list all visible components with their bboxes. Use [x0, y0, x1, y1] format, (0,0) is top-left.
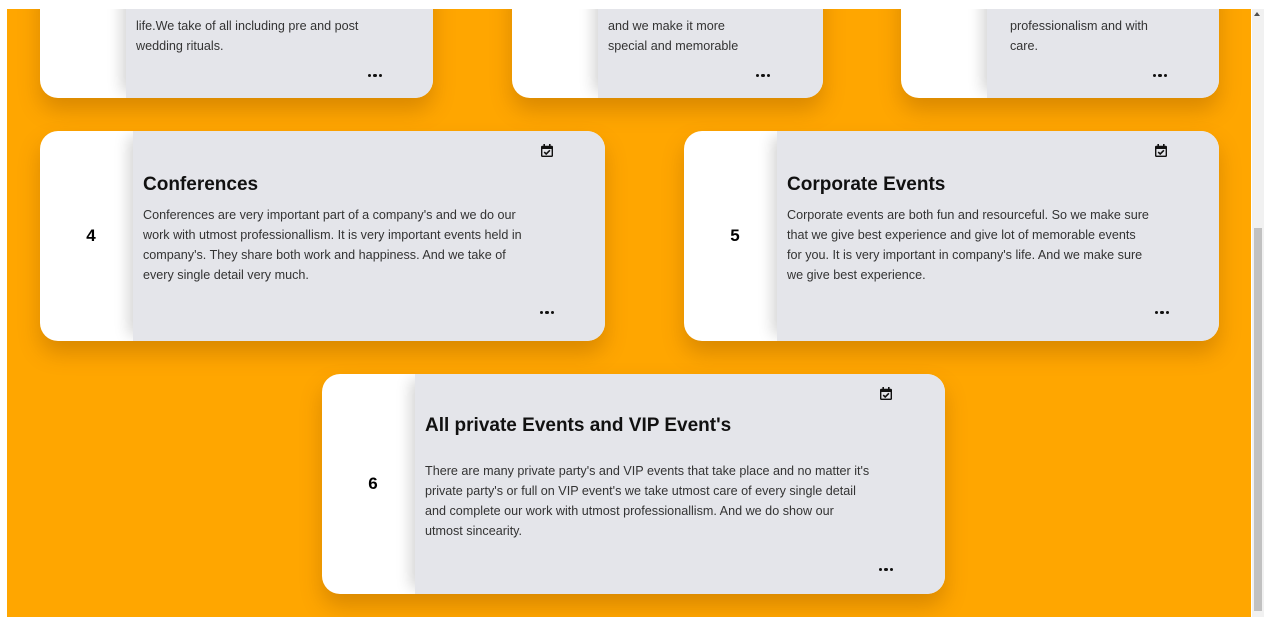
event-title: Conferences [143, 174, 259, 195]
event-card-description: professionalism and with care. [1010, 19, 1148, 53]
event-number: 4 [86, 226, 96, 245]
event-card-description: and we make it more special and memorable [608, 19, 739, 53]
scrollbar-thumb[interactable] [1254, 228, 1262, 611]
event-card-body: All private Events and VIP Event's There… [415, 374, 945, 594]
event-card-2: and we make it more special and memorable [512, 9, 823, 98]
more-options-icon[interactable] [754, 72, 772, 79]
event-card-3: professionalism and with care. [901, 9, 1219, 98]
event-card-private-vip: 6 All private Events and VIP Event's The… [322, 374, 945, 594]
event-card-body: professionalism and with care. [987, 9, 1219, 98]
event-card-description: life.We take of all including pre and po… [136, 19, 359, 53]
more-options-icon[interactable] [1153, 309, 1171, 316]
event-title: Corporate Events [787, 174, 946, 195]
event-card-body: Corporate Events Corporate events are bo… [777, 131, 1219, 341]
more-options-icon[interactable] [538, 309, 556, 316]
more-options-icon[interactable] [877, 566, 895, 573]
event-description: There are many private party's and VIP e… [425, 464, 870, 538]
more-options-icon[interactable] [366, 72, 384, 79]
calendar-check-icon [1155, 144, 1167, 157]
event-card-body: life.We take of all including pre and po… [126, 9, 433, 98]
scroll-up-arrow-icon[interactable] [1254, 12, 1260, 16]
event-card-conferences: 4 Conferences Conferences are very impor… [40, 131, 605, 341]
event-description: Conferences are very important part of a… [143, 208, 522, 282]
event-number: 6 [368, 474, 378, 493]
calendar-check-icon [541, 144, 553, 157]
event-card-1: life.We take of all including pre and po… [40, 9, 433, 98]
event-description: Corporate events are both fun and resour… [787, 208, 1149, 282]
more-options-icon[interactable] [1151, 72, 1169, 79]
event-title: All private Events and VIP Event's [425, 415, 732, 436]
event-card-body: and we make it more special and memorable [598, 9, 823, 98]
calendar-check-icon [880, 387, 892, 400]
event-card-corporate: 5 Corporate Events Corporate events are … [684, 131, 1219, 341]
event-card-body: Conferences Conferences are very importa… [133, 131, 605, 341]
event-number: 5 [730, 226, 740, 245]
events-section: life.We take of all including pre and po… [7, 9, 1251, 617]
